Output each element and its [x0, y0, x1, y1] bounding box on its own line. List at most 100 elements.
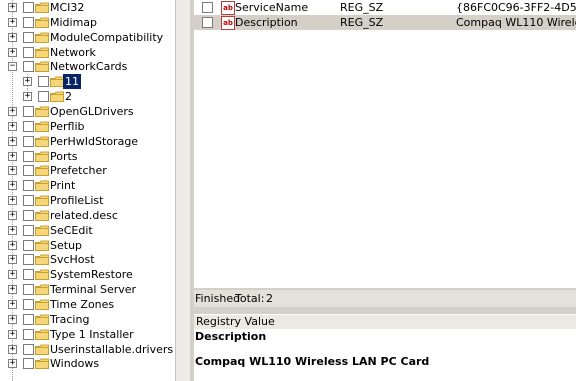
tree-node-checkbox[interactable]	[23, 46, 34, 58]
tree-node-checkbox[interactable]	[23, 209, 34, 221]
tree-node-label[interactable]: SvcHost	[48, 252, 97, 267]
tree-node-label[interactable]: Time Zones	[48, 297, 116, 312]
tree-node-checkbox[interactable]	[23, 328, 34, 340]
tree-node[interactable]: + SeCEdit	[0, 223, 175, 238]
tree-node[interactable]: + Network	[0, 45, 175, 60]
expand-icon[interactable]: +	[8, 329, 17, 339]
tree-node-checkbox[interactable]	[23, 61, 34, 73]
tree-node-checkbox[interactable]	[23, 135, 34, 147]
tree-node-label[interactable]: Userinstallable.drivers	[48, 342, 175, 357]
tree-node-checkbox[interactable]	[38, 91, 49, 103]
expand-icon[interactable]: +	[8, 285, 17, 295]
tree-node[interactable]: + MCI32	[0, 0, 175, 15]
tree-node-label[interactable]: MCI32	[48, 0, 86, 15]
tree-node-checkbox[interactable]	[23, 16, 34, 28]
tree-node-label[interactable]: Network	[48, 45, 98, 60]
value-row[interactable]: abServiceName REG_SZ {86FC0C96-3FF2-4D59-9…	[194, 0, 576, 15]
tree-scrollbar[interactable]	[175, 0, 191, 381]
tree-node[interactable]: + Windows	[0, 356, 175, 371]
tree-node[interactable]: + ProfileList	[0, 193, 175, 208]
tree-node[interactable]: + Ports	[0, 149, 175, 164]
tree-node[interactable]: + Time Zones	[0, 297, 175, 312]
tree-node[interactable]: + OpenGLDrivers	[0, 104, 175, 119]
expand-icon[interactable]: +	[8, 359, 17, 369]
expand-icon[interactable]: +	[8, 32, 17, 42]
tree-node-label[interactable]: Terminal Server	[48, 282, 138, 297]
expand-icon[interactable]: +	[23, 77, 32, 87]
expand-icon[interactable]: +	[8, 196, 17, 206]
tree-node[interactable]: + Type 1 Installer	[0, 327, 175, 342]
tree-node[interactable]: + Print	[0, 178, 175, 193]
tree-node-label[interactable]: Midimap	[48, 15, 99, 30]
tree-node[interactable]: + Prefetcher	[0, 163, 175, 178]
tree-node-checkbox[interactable]	[23, 150, 34, 162]
tree-node[interactable]: + SystemRestore	[0, 267, 175, 282]
tree-node-label[interactable]: Print	[48, 178, 77, 193]
expand-icon[interactable]: +	[8, 47, 17, 57]
tree-node-label[interactable]: SystemRestore	[48, 267, 135, 282]
expand-icon[interactable]: +	[8, 17, 17, 27]
expand-icon[interactable]: +	[8, 300, 17, 309]
tree-node-label[interactable]: Prefetcher	[48, 163, 109, 178]
tree-node-checkbox[interactable]	[23, 31, 34, 43]
expand-icon[interactable]: +	[8, 151, 17, 161]
values-list[interactable]: abServiceName REG_SZ {86FC0C96-3FF2-4D59-9…	[194, 0, 576, 288]
expand-icon[interactable]: +	[8, 344, 17, 354]
tree-node[interactable]: + Midimap	[0, 15, 175, 30]
tree-node-label[interactable]: Ports	[48, 149, 80, 164]
expand-icon[interactable]: +	[8, 3, 17, 12]
tree-node-checkbox[interactable]	[23, 2, 34, 13]
tree-node-checkbox[interactable]	[23, 105, 34, 117]
tree-node-label[interactable]: 11	[63, 74, 81, 90]
expand-icon[interactable]: +	[8, 210, 17, 220]
expand-icon[interactable]: +	[23, 92, 32, 102]
tree-node[interactable]: + Perflib	[0, 119, 175, 134]
tree-node-label[interactable]: Tracing	[48, 312, 91, 327]
value-row-checkbox[interactable]	[202, 2, 213, 13]
tree-node[interactable]: + SvcHost	[0, 252, 175, 267]
tree-node-checkbox[interactable]	[23, 180, 34, 192]
tree-node-label[interactable]: Perflib	[48, 119, 87, 134]
tree-node-label[interactable]: NetworkCards	[48, 59, 129, 74]
collapse-icon[interactable]: −	[8, 62, 17, 72]
tree-node-label[interactable]: Windows	[48, 356, 101, 371]
tree-node[interactable]: + Setup	[0, 238, 175, 253]
tree-node-checkbox[interactable]	[38, 76, 49, 88]
expand-icon[interactable]: +	[8, 240, 17, 250]
tree-node[interactable]: − NetworkCards	[0, 59, 175, 74]
tree-node-checkbox[interactable]	[23, 299, 34, 310]
tree-node[interactable]: + ModuleCompatibility	[0, 30, 175, 45]
value-row-checkbox[interactable]	[202, 17, 213, 28]
expand-icon[interactable]: +	[8, 121, 17, 131]
tree-node[interactable]: + related.desc	[0, 208, 175, 223]
expand-icon[interactable]: +	[8, 270, 17, 280]
tree-node[interactable]: + Terminal Server	[0, 282, 175, 297]
tree-node-label[interactable]: related.desc	[48, 208, 120, 223]
tree-node-label[interactable]: OpenGLDrivers	[48, 104, 136, 119]
expand-icon[interactable]: +	[8, 166, 17, 176]
expand-icon[interactable]: +	[8, 106, 17, 116]
expand-icon[interactable]: +	[8, 181, 17, 191]
tree-node[interactable]: + Userinstallable.drivers	[0, 342, 175, 357]
tree-node-label[interactable]: PerHwIdStorage	[48, 134, 140, 149]
tree-node-label[interactable]: ProfileList	[48, 193, 105, 208]
tree-node[interactable]: + PerHwIdStorage	[0, 134, 175, 149]
tree-node-label[interactable]: ModuleCompatibility	[48, 30, 165, 45]
registry-tree[interactable]: + MCI32 + Midimap + ModuleCompatibility + Netwo…	[0, 0, 175, 381]
tree-node-checkbox[interactable]	[23, 224, 34, 236]
tree-node-checkbox[interactable]	[23, 269, 34, 281]
tree-node[interactable]: +2	[0, 89, 175, 104]
tree-node-label[interactable]: Type 1 Installer	[48, 327, 136, 342]
expand-icon[interactable]: +	[8, 255, 17, 265]
tree-node-checkbox[interactable]	[23, 165, 34, 177]
tree-node-label[interactable]: Setup	[48, 238, 84, 253]
tree-node-checkbox[interactable]	[23, 358, 34, 370]
tree-node-checkbox[interactable]	[23, 284, 34, 296]
tree-node-label[interactable]: SeCEdit	[48, 223, 95, 238]
expand-icon[interactable]: +	[8, 136, 17, 146]
tree-node-checkbox[interactable]	[23, 195, 34, 207]
tree-node-checkbox[interactable]	[23, 120, 34, 132]
tree-node-checkbox[interactable]	[23, 254, 34, 266]
tree-node[interactable]: + Tracing	[0, 312, 175, 327]
tree-node-label[interactable]: 2	[63, 89, 74, 104]
